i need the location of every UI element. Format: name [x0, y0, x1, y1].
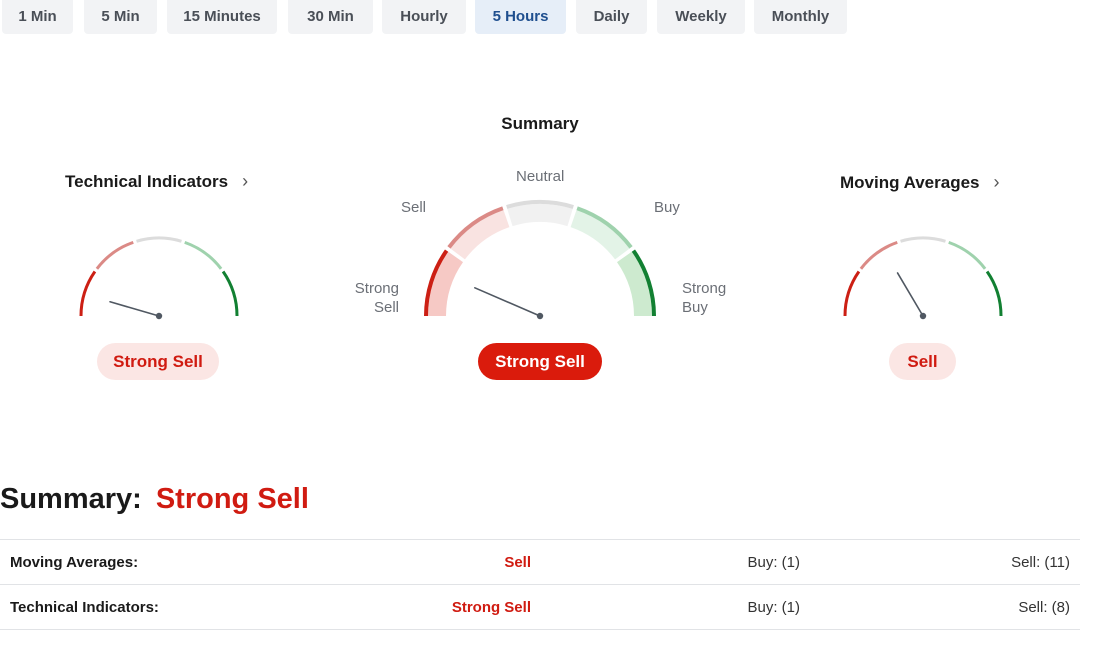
- row-buy-count: Buy: (1): [747, 554, 800, 571]
- gauge-segment-strong-buy: [985, 270, 1003, 317]
- chevron-right-icon: ›: [242, 171, 249, 191]
- summary-gauge: [424, 200, 656, 320]
- row-buy-count: Buy: (1): [747, 599, 800, 616]
- row-name: Moving Averages:: [10, 554, 139, 571]
- row-sell-count: Sell: (11): [1011, 554, 1070, 571]
- tab-monthly[interactable]: Monthly: [754, 0, 847, 34]
- tab-5-hours[interactable]: 5 Hours: [475, 0, 566, 34]
- table-row: Technical Indicators: Strong Sell Buy: (1)…: [0, 584, 1080, 630]
- gauge-band-buy: [570, 210, 630, 260]
- gauge-band-neutral: [507, 204, 573, 227]
- gauge-label-strong-sell: Strong Sell: [354, 280, 399, 316]
- moving-averages-gauge: [843, 236, 1003, 320]
- gauge-needle-hub: [155, 312, 163, 320]
- gauge-segment-buy: [948, 240, 987, 270]
- gauge-needle-hub: [536, 312, 544, 320]
- gauge-label-strong-buy: Strong Buy: [682, 280, 727, 316]
- technical-indicators-link[interactable]: Technical Indicators ›: [65, 171, 248, 192]
- summary-heading-label: Summary:: [0, 483, 142, 515]
- moving-averages-result-badge: Sell: [889, 343, 956, 380]
- moving-averages-title: Moving Averages: [840, 173, 980, 192]
- summary-table: Moving Averages: Sell Buy: (1) Sell: (11) Te…: [0, 539, 1080, 630]
- row-status: Strong Sell: [451, 599, 531, 616]
- row-name: Technical Indicators:: [10, 599, 159, 616]
- gauge-segment-sell: [95, 240, 134, 270]
- gauge-needle-hub: [919, 312, 927, 320]
- table-row: Moving Averages: Sell Buy: (1) Sell: (11): [0, 539, 1080, 584]
- tab-weekly[interactable]: Weekly: [657, 0, 745, 34]
- tab-30-min[interactable]: 30 Min: [288, 0, 373, 34]
- technical-indicators-title: Technical Indicators: [65, 172, 229, 191]
- gauge-needle: [109, 300, 160, 317]
- summary-gauge-title: Summary: [501, 114, 579, 133]
- tab-5-min[interactable]: 5 Min: [84, 0, 157, 34]
- gauge-segment-strong-sell: [79, 270, 97, 317]
- gauge-segment-strong-sell: [843, 270, 861, 317]
- moving-averages-link[interactable]: Moving Averages ›: [840, 172, 1000, 193]
- summary-heading-value: Strong Sell: [155, 483, 309, 515]
- technical-indicators-result-badge: Strong Sell: [97, 343, 219, 380]
- gauge-segment-neutral: [136, 236, 182, 243]
- gauge-segment-sell: [859, 240, 898, 270]
- gauge-label-neutral: Neutral: [516, 168, 565, 185]
- row-status: Sell: [504, 554, 531, 571]
- chevron-right-icon: ›: [993, 172, 1000, 192]
- gauge-needle: [474, 287, 541, 317]
- gauge-segment-buy: [184, 240, 223, 270]
- gauge-segment-strong-buy: [221, 270, 239, 317]
- gauge-segment-neutral: [900, 236, 946, 243]
- tab-1-min[interactable]: 1 Min: [2, 0, 73, 34]
- technical-indicators-gauge: [79, 236, 239, 320]
- summary-heading: Summary: Strong Sell: [0, 483, 309, 516]
- gauge-band-sell: [450, 210, 510, 260]
- tab-15-minutes[interactable]: 15 Minutes: [167, 0, 277, 34]
- row-sell-count: Sell: (8): [1018, 599, 1070, 616]
- gauge-needle: [896, 272, 924, 317]
- tab-daily[interactable]: Daily: [576, 0, 647, 34]
- summary-result-badge: Strong Sell: [478, 343, 602, 380]
- tab-hourly[interactable]: Hourly: [382, 0, 466, 34]
